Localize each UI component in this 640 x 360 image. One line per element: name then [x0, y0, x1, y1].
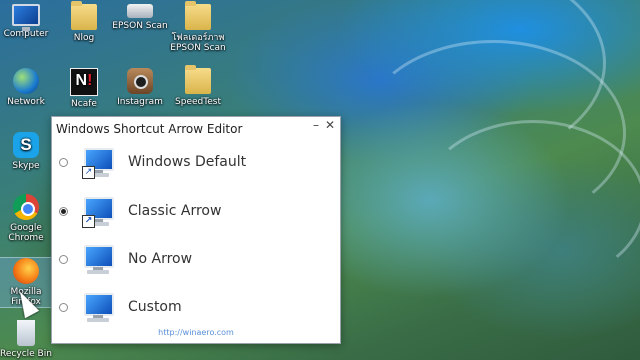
desktop-icon-ncafe[interactable]: N! Ncafe	[54, 68, 114, 109]
option-label: Classic Arrow	[128, 203, 222, 219]
desktop-icon-epson-folder[interactable]: โฟลเดอร์ภาพ EPSON Scan	[168, 1, 228, 53]
minimize-button[interactable]: –	[309, 118, 323, 134]
desktop-icon-computer[interactable]: Computer	[0, 4, 56, 39]
option-label: Windows Default	[128, 154, 247, 170]
desktop-icon-label: โฟลเดอร์ภาพ EPSON Scan	[170, 33, 226, 53]
folder-icon	[71, 1, 97, 30]
folder-icon	[185, 65, 211, 94]
computer-icon	[82, 243, 116, 277]
desktop-icon-label: Skype	[12, 161, 40, 171]
desktop-icon-epson-scan[interactable]: EPSON Scan	[110, 4, 170, 31]
desktop-icon-label: Instagram	[117, 97, 163, 107]
computer-shortcut-icon: ↗	[82, 195, 116, 229]
desktop-icon-speedtest[interactable]: SpeedTest	[168, 65, 228, 107]
option-custom[interactable]: Custom	[52, 285, 340, 331]
chrome-icon	[13, 194, 39, 220]
shortcut-arrow-editor-dialog: Windows Shortcut Arrow Editor – ✕ ↗ Wind…	[51, 116, 341, 344]
recycle-bin-icon	[17, 320, 35, 346]
radio-custom[interactable]	[59, 303, 68, 312]
skype-icon: S	[13, 132, 39, 158]
radio-windows-default[interactable]	[59, 158, 68, 167]
camera-icon	[127, 68, 153, 94]
computer-icon	[12, 4, 40, 31]
desktop-icon-label: Google Chrome	[8, 223, 44, 243]
ncafe-icon: N!	[70, 68, 98, 96]
desktop-icon-chrome[interactable]: Google Chrome	[0, 194, 56, 243]
option-no-arrow[interactable]: No Arrow	[52, 237, 340, 283]
computer-icon	[82, 291, 116, 325]
folder-icon	[185, 1, 211, 30]
desktop-icon-label: Network	[7, 97, 45, 107]
option-windows-default[interactable]: ↗ Windows Default	[52, 140, 340, 186]
computer-shortcut-icon: ↗	[82, 146, 116, 180]
radio-no-arrow[interactable]	[59, 255, 68, 264]
scanner-icon	[127, 4, 153, 18]
desktop-icon-skype[interactable]: S Skype	[0, 132, 56, 171]
desktop-icon-label: SpeedTest	[175, 97, 221, 107]
desktop-icon-label: EPSON Scan	[112, 21, 168, 31]
desktop-icon-label: Nlog	[73, 33, 95, 43]
desktop-icon-network[interactable]: Network	[0, 68, 56, 107]
network-icon	[13, 68, 39, 94]
option-label: Custom	[128, 299, 182, 315]
desktop-icon-instagram[interactable]: Instagram	[110, 68, 170, 107]
wallpaper-wave	[420, 120, 640, 286]
dialog-title: Windows Shortcut Arrow Editor	[56, 122, 243, 136]
desktop-icon-recycle-bin[interactable]: Recycle Bin	[0, 320, 56, 359]
option-label: No Arrow	[128, 251, 193, 267]
winaero-link[interactable]: http://winaero.com	[52, 328, 340, 337]
close-button[interactable]: ✕	[323, 118, 337, 134]
desktop-icon-label: Recycle Bin	[0, 349, 52, 359]
desktop-icon-label: Ncafe	[71, 99, 97, 109]
desktop-icon-nlog[interactable]: Nlog	[54, 1, 114, 43]
firefox-icon	[13, 258, 39, 284]
radio-classic-arrow[interactable]	[59, 207, 68, 216]
option-classic-arrow[interactable]: ↗ Classic Arrow	[52, 189, 340, 235]
title-bar[interactable]: Windows Shortcut Arrow Editor – ✕	[52, 117, 340, 141]
